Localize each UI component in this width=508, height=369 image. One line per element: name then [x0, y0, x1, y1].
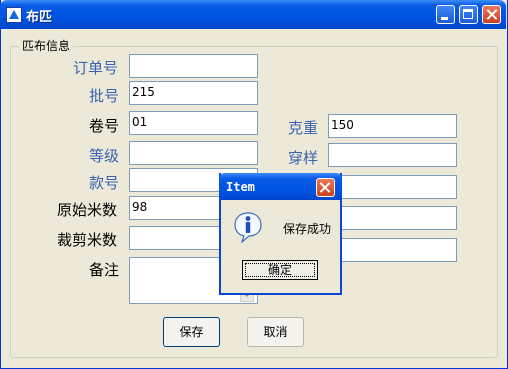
cancel-button[interactable]: 取消	[247, 317, 304, 347]
batch-no-label: 批号	[89, 87, 120, 105]
order-no-field[interactable]	[129, 54, 258, 78]
grade-label: 等级	[89, 147, 120, 165]
cut-meters-label: 裁剪米数	[57, 231, 118, 249]
grade-field[interactable]	[129, 141, 258, 165]
title-bar[interactable]: 布匹	[0, 0, 506, 29]
minimize-icon	[441, 17, 448, 20]
right-field-5[interactable]	[328, 238, 457, 262]
original-meters-label: 原始米数	[57, 201, 118, 219]
gram-weight-field[interactable]: 150	[328, 114, 457, 138]
maximize-button[interactable]	[459, 5, 478, 24]
dialog-title: Item	[226, 180, 255, 194]
roll-no-field[interactable]: 01	[129, 111, 258, 135]
ok-button[interactable]: 确定	[242, 260, 318, 280]
dialog-close-button[interactable]	[316, 178, 335, 197]
order-no-label: 订单号	[73, 59, 119, 77]
roll-no-label: 卷号	[89, 117, 120, 135]
sample-field[interactable]	[328, 143, 457, 167]
maximize-icon	[463, 9, 473, 19]
right-field-4[interactable]	[328, 206, 457, 230]
minimize-button[interactable]	[436, 5, 455, 24]
info-icon	[234, 212, 262, 243]
sample-label: 穿样	[288, 149, 319, 167]
gram-weight-label: 克重	[288, 119, 319, 137]
close-button[interactable]	[482, 5, 501, 24]
right-field-3[interactable]	[328, 175, 457, 199]
remark-label: 备注	[89, 261, 120, 279]
group-label: 匹布信息	[19, 37, 74, 54]
save-button[interactable]: 保存	[163, 317, 220, 347]
window-title: 布匹	[26, 10, 53, 25]
batch-no-field[interactable]: 215	[129, 81, 258, 105]
app-icon	[6, 7, 22, 23]
style-no-label: 款号	[89, 174, 120, 192]
dialog-message: 保存成功	[283, 222, 332, 236]
